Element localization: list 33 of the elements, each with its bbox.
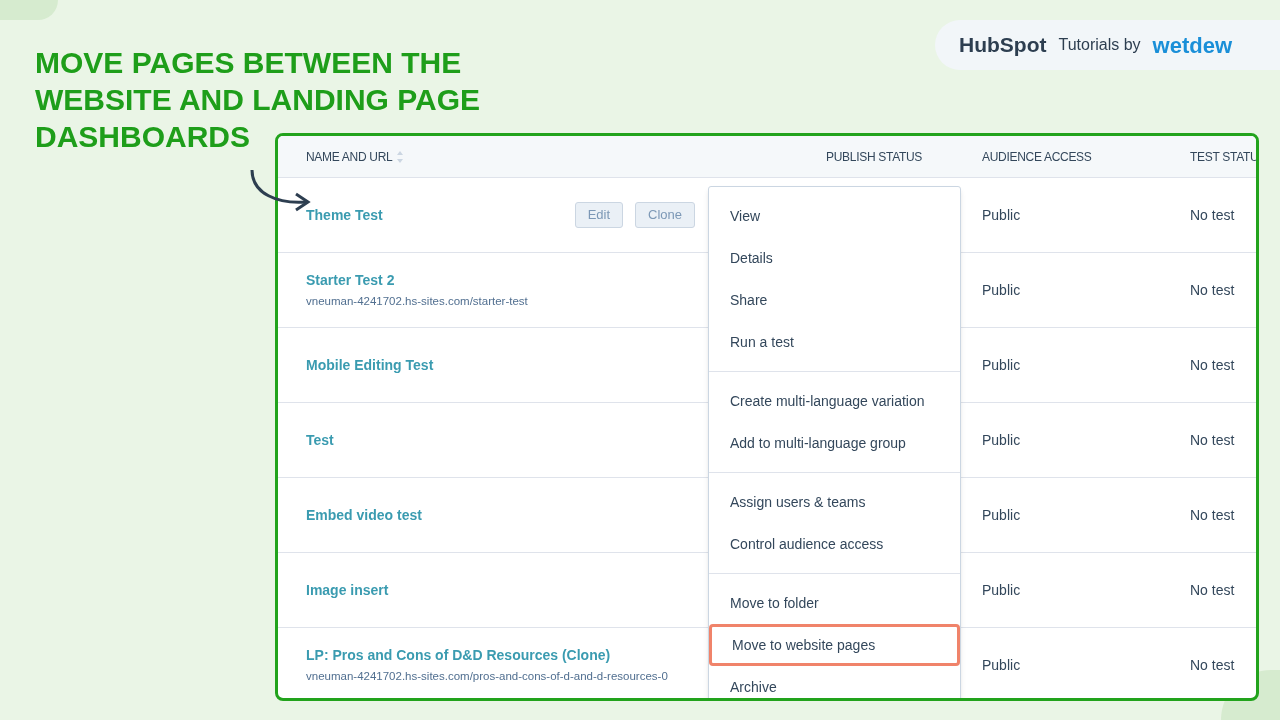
tagline: Tutorials by: [1058, 35, 1141, 55]
menu-item[interactable]: Assign users & teams: [709, 481, 960, 523]
audience-value: Public: [982, 431, 1021, 448]
menu-item[interactable]: Archive: [709, 666, 960, 698]
menu-item[interactable]: Share: [709, 279, 960, 321]
test-value: No test: [1190, 281, 1235, 298]
menu-item[interactable]: Details: [709, 237, 960, 279]
test-value: No test: [1190, 506, 1235, 523]
menu-item[interactable]: Move to folder: [709, 582, 960, 624]
test-value: No test: [1190, 356, 1235, 373]
test-value: No test: [1190, 206, 1235, 223]
page-url: vneuman-4241702.hs-sites.com/starter-test: [306, 293, 528, 309]
test-value: No test: [1190, 431, 1235, 448]
audience-value: Public: [982, 506, 1021, 523]
menu-item[interactable]: Create multi-language variation: [709, 380, 960, 422]
column-header: PUBLISH STATUS: [826, 148, 923, 166]
audience-value: Public: [982, 356, 1021, 373]
menu-item[interactable]: Move to website pages: [709, 624, 960, 666]
column-header: AUDIENCE ACCESS: [982, 148, 1092, 166]
audience-value: Public: [982, 281, 1021, 298]
partner-logo: wetdew: [1152, 31, 1233, 60]
hubspot-logo: HubSpot: [959, 32, 1047, 59]
test-value: No test: [1190, 581, 1235, 598]
audience-value: Public: [982, 656, 1021, 673]
sort-icon[interactable]: [396, 149, 405, 164]
menu-item[interactable]: View: [709, 195, 960, 237]
page-url: vneuman-4241702.hs-sites.com/pros-and-cons-of-d-and-d-resources-0: [306, 668, 668, 684]
menu-item[interactable]: Add to multi-language group: [709, 422, 960, 464]
test-value: No test: [1190, 656, 1235, 673]
menu-item[interactable]: Run a test: [709, 321, 960, 363]
audience-value: Public: [982, 206, 1021, 223]
menu-item[interactable]: Control audience access: [709, 523, 960, 565]
audience-value: Public: [982, 581, 1021, 598]
